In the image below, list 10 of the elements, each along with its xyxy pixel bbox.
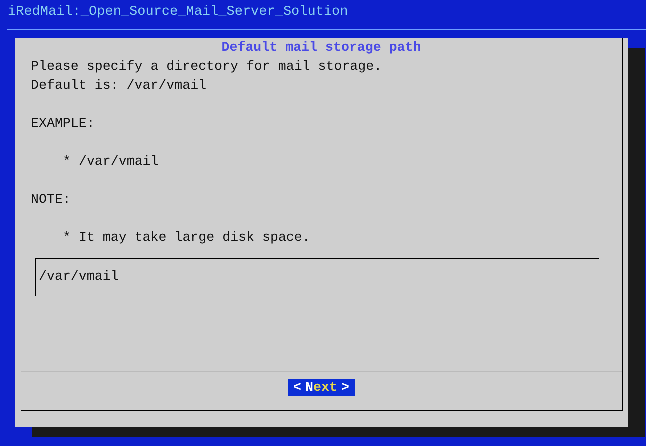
input-field[interactable]: /var/vmail [35, 258, 599, 296]
screen-title: iRedMail:_Open_Source_Mail_Server_Solution [7, 4, 350, 22]
message-text: Please specify a directory for mail storage. [31, 58, 384, 76]
next-button[interactable]: < Next > [288, 378, 356, 396]
message-text: Default is: /var/vmail [31, 77, 208, 95]
message-text: * It may take large disk space. [63, 229, 312, 247]
message-text: NOTE: [31, 191, 72, 209]
message-text: * /var/vmail [63, 153, 160, 171]
dialog-title: Default mail storage path [222, 39, 422, 57]
message-text: EXAMPLE: [31, 115, 96, 133]
